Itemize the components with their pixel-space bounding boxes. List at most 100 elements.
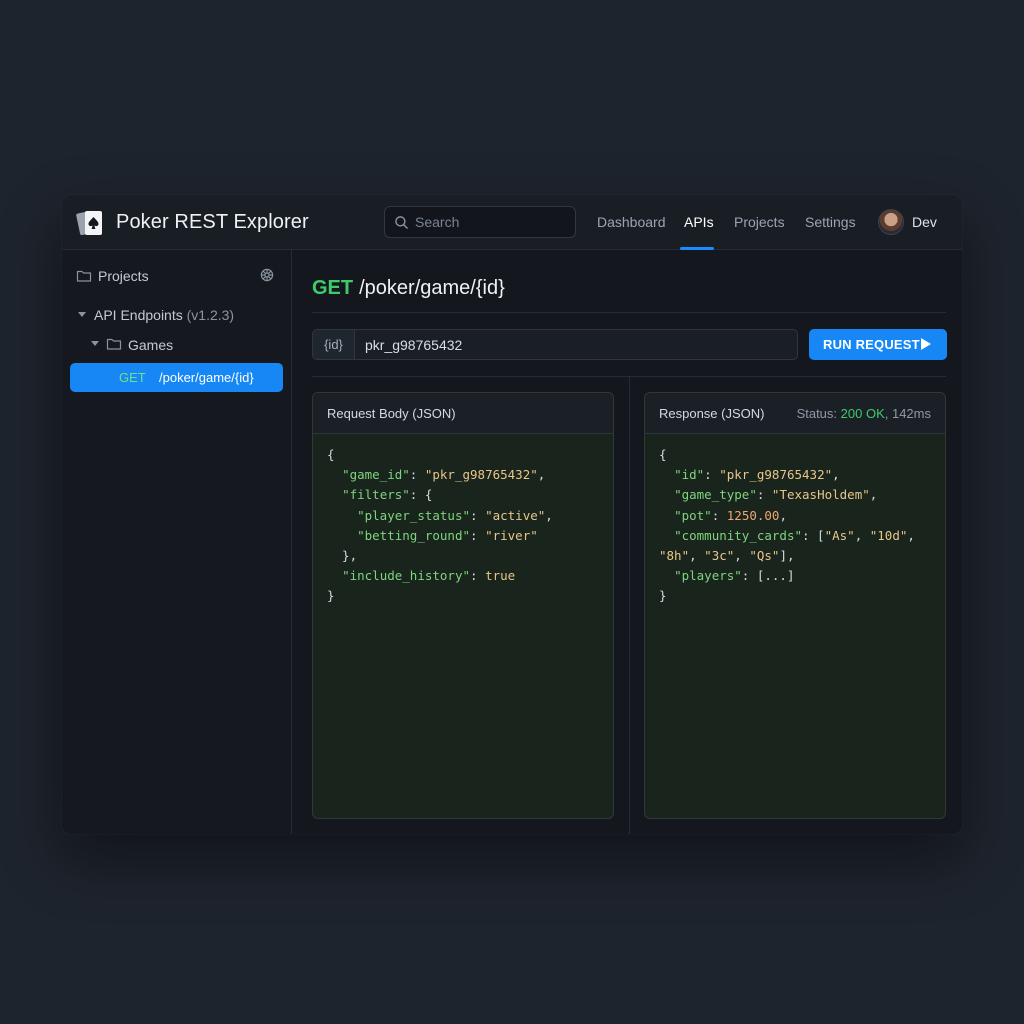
nav-projects[interactable]: Projects [734,214,785,230]
json-punctuation: , [545,507,553,523]
response-panel: Response (JSON) Status: 200 OK, 142ms { … [644,392,946,819]
code-line: "game_id": "pkr_g98765432", [327,465,603,485]
run-request-label: RUN REQUEST [823,337,920,352]
json-boolean: true [485,568,516,584]
json-punctuation: } [327,588,335,604]
json-key: "pot" [674,507,712,523]
json-key: "game_id" [342,467,410,483]
json-punctuation [659,487,674,502]
json-punctuation: : [756,487,772,503]
method-badge: GET [119,370,146,385]
gear-icon[interactable] [259,267,275,283]
request-json-editor[interactable]: { "game_id": "pkr_g98765432", "filters":… [327,445,603,607]
app-window: Poker REST Explorer Dashboard APIs Proje… [62,195,962,834]
run-request-button[interactable]: RUN REQUEST [809,329,947,360]
sidebar-item-api-endpoints[interactable]: API Endpoints (v1.2.3) [94,307,234,323]
code-line: } [327,586,603,606]
json-string: "TexasHoldem" [771,487,870,503]
endpoint-path: /poker/game/{id} [359,277,505,299]
sidebar: Projects API Endpoints (v1.2.3) Games GE… [62,250,292,834]
json-punctuation: ], [779,548,795,564]
json-punctuation [659,508,674,523]
method-label: GET [312,277,354,299]
main-panel: GET/poker/game/{id} {id} RUN REQUEST Req… [293,250,962,834]
code-line: "pot": 1250.00, [659,506,935,526]
status-code: 200 OK [840,406,885,421]
code-line: "community_cards": ["As", "10d", [659,526,935,546]
json-key: "community_cards" [674,527,802,543]
nav-dashboard[interactable]: Dashboard [597,214,666,230]
json-punctuation: , [869,487,878,503]
param-key-label: {id} [313,330,355,359]
code-line: "players": [...] [659,566,935,586]
json-punctuation [327,467,342,482]
json-string: "8h" [659,548,690,564]
endpoint-path-label: /poker/game/{id} [159,370,254,385]
json-punctuation: } [659,588,667,604]
json-punctuation: : [470,507,486,523]
json-key: "id" [674,467,705,483]
json-punctuation: : { [409,487,433,503]
json-string: "pkr_g98765432" [424,467,538,483]
json-punctuation: : [711,507,727,523]
status-time: , 142ms [884,406,931,421]
chevron-down-icon[interactable] [91,341,99,346]
top-bar: Poker REST Explorer Dashboard APIs Proje… [62,195,962,250]
response-panel-header: Response (JSON) Status: 200 OK, 142ms [645,393,945,434]
json-punctuation [327,528,357,543]
json-punctuation: , [734,548,750,564]
json-string: "10d" [869,527,908,543]
json-punctuation [327,508,357,523]
json-string: "As" [824,527,855,543]
search-icon [395,216,408,229]
nav-settings[interactable]: Settings [805,214,856,230]
json-punctuation: : [704,467,720,483]
param-value-input[interactable] [365,330,785,359]
code-line: "game_type": "TexasHoldem", [659,485,935,505]
json-punctuation: : [470,527,486,543]
vertical-divider [629,377,630,834]
json-punctuation: , [779,507,787,523]
json-punctuation: , [854,527,870,543]
json-string: "river" [485,527,538,543]
code-line: "player_status": "active", [327,506,603,526]
divider [312,312,946,313]
json-key: "include_history" [342,568,470,584]
json-punctuation [659,528,674,543]
json-string: "active" [485,507,546,523]
sidebar-projects-header: Projects [98,268,149,284]
path-param-field[interactable]: {id} [312,329,798,360]
json-punctuation [659,568,674,583]
json-key: "player_status" [357,507,470,523]
playing-cards-icon [76,210,102,236]
json-punctuation: : [...] [741,568,795,584]
json-punctuation: , [689,548,705,564]
avatar[interactable] [878,209,904,235]
json-string: "Qs" [749,548,780,564]
sidebar-item-get-poker-game[interactable]: GET /poker/game/{id} [70,363,283,392]
page-title: GET/poker/game/{id} [312,277,505,300]
search-box[interactable] [384,206,576,238]
nav-apis[interactable]: APIs [684,214,714,230]
response-json-viewer[interactable]: { "id": "pkr_g98765432", "game_type": "T… [659,445,935,607]
request-panel-title: Request Body (JSON) [327,406,456,421]
search-input[interactable] [415,207,570,237]
app-title: Poker REST Explorer [116,211,309,233]
json-punctuation: , [537,467,546,483]
sidebar-item-games[interactable]: Games [128,337,173,353]
version-label: (v1.2.3) [186,307,235,323]
status-badge: Status: 200 OK, 142ms [797,406,931,421]
chevron-down-icon[interactable] [78,312,86,317]
user-name[interactable]: Dev [912,214,937,230]
code-line: "betting_round": "river" [327,526,603,546]
json-punctuation [327,568,342,583]
folder-icon [76,270,92,282]
play-icon [921,338,931,350]
json-number: 1250.00 [726,507,780,523]
json-string: "pkr_g98765432" [719,467,833,483]
json-punctuation: , [907,527,915,543]
folder-icon [106,338,122,350]
json-punctuation: }, [327,548,358,564]
json-string: "3c" [704,548,735,564]
code-line: "filters": { [327,485,603,505]
